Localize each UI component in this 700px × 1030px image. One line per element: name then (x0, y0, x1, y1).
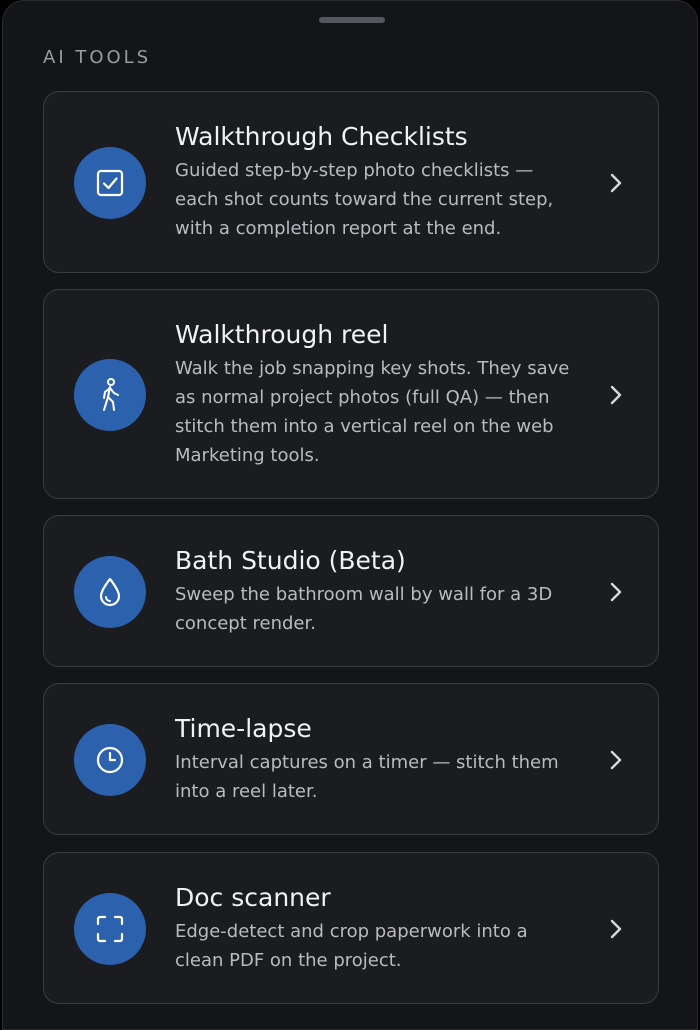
tool-title: Bath Studio (Beta) (175, 546, 406, 575)
section-label: AI TOOLS (43, 47, 152, 68)
checkbox-icon (74, 147, 146, 219)
tool-description: Sweep the bathroom wall by wall for a 3D… (175, 584, 553, 634)
tool-title: Time-lapse (175, 714, 312, 743)
chevron-right-icon (610, 385, 622, 405)
ai-tools-sheet: AI TOOLS Walkthrough Checklists Guided s… (2, 0, 698, 1030)
tool-card-walkthrough-reel[interactable]: Walkthrough reel Walk the job snapping k… (43, 289, 659, 499)
tool-description: Interval captures on a timer — stitch th… (175, 752, 559, 802)
tool-title: Doc scanner (175, 883, 331, 912)
tool-card-doc-scanner[interactable]: Doc scanner Edge-detect and crop paperwo… (43, 852, 659, 1004)
scan-frame-icon (74, 893, 146, 965)
water-drop-icon (74, 556, 146, 628)
tool-description: Walk the job snapping key shots. They sa… (175, 358, 570, 466)
chevron-right-icon (610, 919, 622, 939)
chevron-right-icon (610, 750, 622, 770)
clock-icon (74, 724, 146, 796)
tool-card-bath-studio[interactable]: Bath Studio (Beta) Sweep the bathroom wa… (43, 515, 659, 667)
tool-card-time-lapse[interactable]: Time-lapse Interval captures on a timer … (43, 683, 659, 835)
chevron-right-icon (610, 173, 622, 193)
tool-title: Walkthrough reel (175, 320, 389, 349)
sheet-grab-handle[interactable] (319, 17, 385, 23)
walking-person-icon (74, 359, 146, 431)
tool-description: Guided step-by-step photo checklists — e… (175, 160, 554, 239)
tool-card-walkthrough-checklists[interactable]: Walkthrough Checklists Guided step-by-st… (43, 91, 659, 273)
tool-description: Edge-detect and crop paperwork into a cl… (175, 921, 528, 971)
chevron-right-icon (610, 582, 622, 602)
tool-title: Walkthrough Checklists (175, 122, 468, 151)
